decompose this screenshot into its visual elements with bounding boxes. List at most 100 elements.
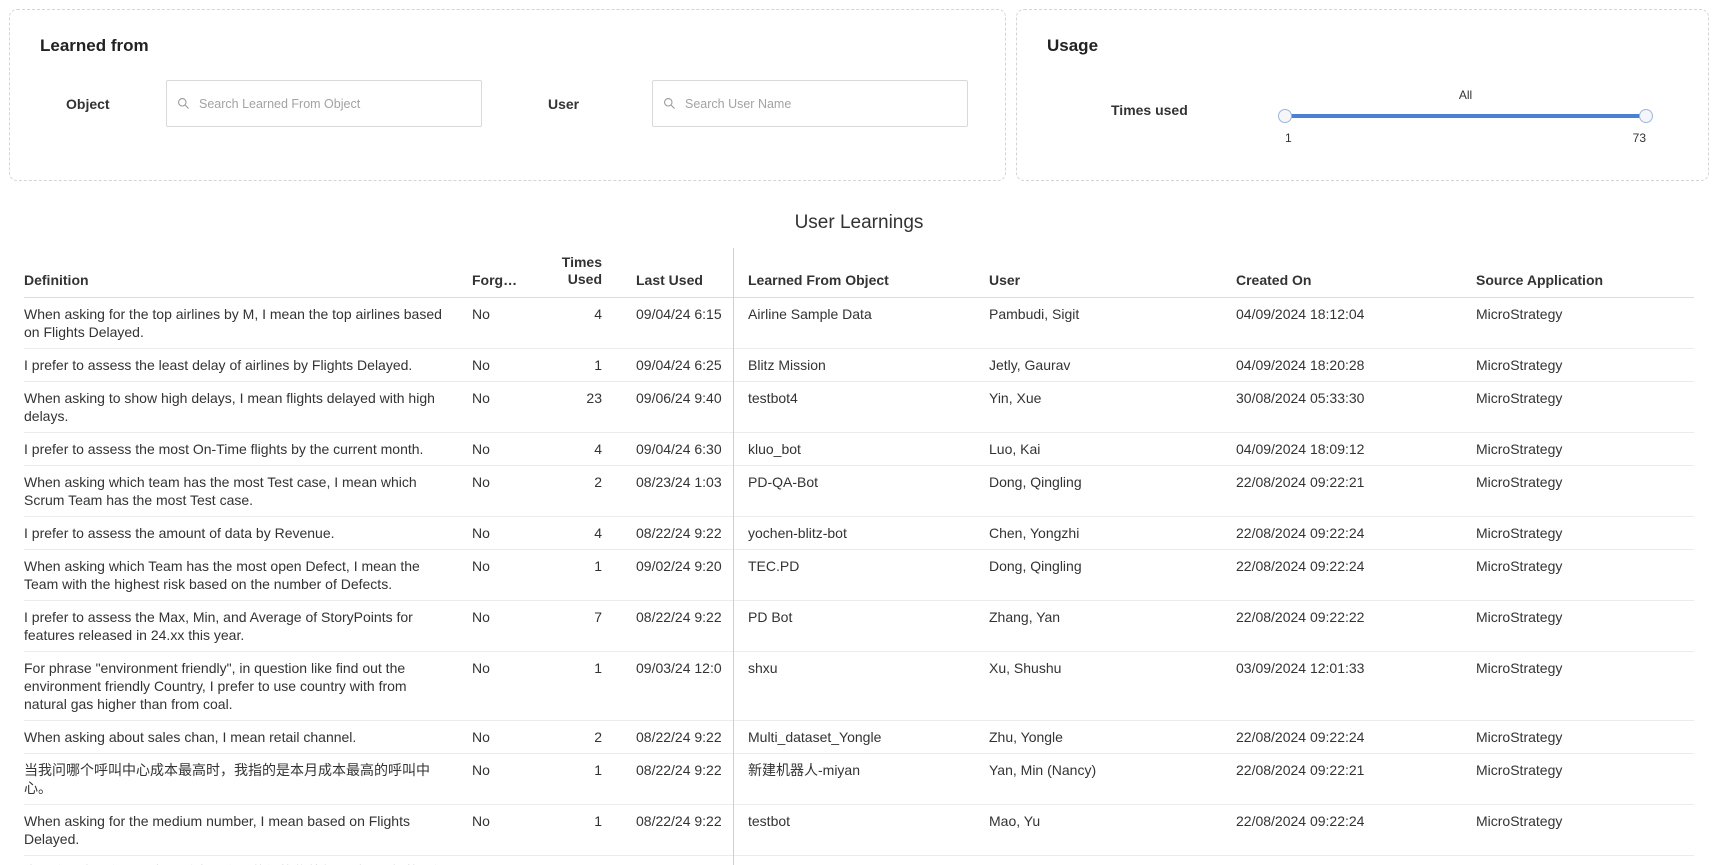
table-row[interactable]: 当我问哪个呼叫中心成本最高时，我指的是本月成本最高的呼叫中心。 No 1 08/… xyxy=(24,754,1694,805)
cell-last-used: 09/06/24 9:40 xyxy=(614,382,733,432)
object-label: Object xyxy=(66,96,166,112)
cell-forgotten: No xyxy=(472,517,532,549)
filter-bar: Learned from Object User Usage xyxy=(0,0,1718,190)
search-icon xyxy=(177,97,190,110)
table-row[interactable]: When asking for the medium number, I mea… xyxy=(24,805,1694,856)
cell-source-application: MicroStrategy xyxy=(1476,517,1694,549)
table-row[interactable]: When asking which Team has the most open… xyxy=(24,550,1694,601)
cell-created-on: 22/08/2024 09:22:24 xyxy=(1236,721,1476,753)
object-search-input[interactable] xyxy=(166,80,482,127)
cell-last-used: 09/04/24 6:15 xyxy=(614,298,733,348)
cell-source-application: MicroStrategy xyxy=(1476,601,1694,651)
cell-source-application: MicroStrategy xyxy=(1476,349,1694,381)
cell-forgotten: No xyxy=(472,550,532,600)
pane-divider[interactable] xyxy=(733,248,734,865)
cell-times-used: 8 xyxy=(532,856,614,865)
column-header-forgotten[interactable]: Forgott... xyxy=(472,272,532,288)
cell-user: Xu, Shushu xyxy=(989,652,1236,720)
column-header-last-used[interactable]: Last Used xyxy=(614,272,733,288)
cell-user: Luo, Kai xyxy=(989,433,1236,465)
table-header: Definition Forgott... Times Used Last Us… xyxy=(24,248,1694,298)
cell-forgotten: No xyxy=(472,805,532,855)
cell-created-on: 22/08/2024 09:22:24 xyxy=(1236,805,1476,855)
cell-forgotten: No xyxy=(472,721,532,753)
column-header-times-used[interactable]: Times Used xyxy=(532,254,614,288)
cell-forgotten: No xyxy=(472,754,532,804)
cell-source-application: MicroStrategy xyxy=(1476,856,1694,865)
table-row[interactable]: I prefer to assess the least delay of ai… xyxy=(24,349,1694,382)
column-header-learned-from-object[interactable]: Learned From Object xyxy=(733,272,989,288)
cell-last-used: 09/03/24 12:0 xyxy=(614,652,733,720)
cell-learned-from-object: PD Bot xyxy=(733,601,989,651)
cell-definition: I prefer to assess the Max, Min, and Ave… xyxy=(24,601,472,651)
table-row[interactable]: When asking about sales chan, I mean ret… xyxy=(24,721,1694,754)
cell-learned-from-object: kluo_bot xyxy=(733,433,989,465)
cell-source-application: MicroStrategy xyxy=(1476,382,1694,432)
user-search-input[interactable] xyxy=(652,80,968,127)
cell-times-used: 4 xyxy=(532,517,614,549)
cell-forgotten: No xyxy=(472,856,532,865)
column-header-user[interactable]: User xyxy=(989,272,1236,288)
learned-from-filter-row: Object User xyxy=(40,80,975,127)
cell-created-on: 22/08/2024 09:22:24 xyxy=(1236,550,1476,600)
table-row[interactable]: 当我询问中国在2008年夏季奥运会上获得的奖牌数量时，我指的是银牌的数量。 No… xyxy=(24,856,1694,865)
cell-user: Dong, Qingling xyxy=(989,466,1236,516)
cell-times-used: 1 xyxy=(532,652,614,720)
object-search-box[interactable] xyxy=(166,80,482,127)
table-row[interactable]: When asking which team has the most Test… xyxy=(24,466,1694,517)
column-header-source-application[interactable]: Source Application xyxy=(1476,272,1694,288)
cell-definition: For phrase "environment friendly", in qu… xyxy=(24,652,472,720)
cell-created-on: 15/08/2024 08:25:53 xyxy=(1236,856,1476,865)
table-row[interactable]: I prefer to assess the amount of data by… xyxy=(24,517,1694,550)
cell-times-used: 1 xyxy=(532,550,614,600)
cell-source-application: MicroStrategy xyxy=(1476,754,1694,804)
cell-user: Zhu, Yongle xyxy=(989,721,1236,753)
cell-definition: When asking for the top airlines by M, I… xyxy=(24,298,472,348)
cell-user: Dong, Qingling xyxy=(989,550,1236,600)
cell-created-on: 22/08/2024 09:22:24 xyxy=(1236,517,1476,549)
cell-learned-from-object: 新建机器人-miyan xyxy=(733,754,989,804)
column-header-created-on[interactable]: Created On xyxy=(1236,272,1476,288)
cell-learned-from-object: Blitz Mission xyxy=(733,349,989,381)
usage-filter-row: Times used All 1 73 xyxy=(1047,88,1678,145)
cell-forgotten: No xyxy=(472,349,532,381)
cell-source-application: MicroStrategy xyxy=(1476,433,1694,465)
table-row[interactable]: I prefer to assess the Max, Min, and Ave… xyxy=(24,601,1694,652)
cell-learned-from-object: Multi_dataset_Yongle xyxy=(733,721,989,753)
cell-user: Mao, Yu xyxy=(989,805,1236,855)
cell-times-used: 2 xyxy=(532,721,614,753)
cell-user: Chen, Yongzhi xyxy=(989,517,1236,549)
slider-handle-min[interactable] xyxy=(1278,109,1292,123)
cell-learned-from-object: PD-QA-Bot xyxy=(733,466,989,516)
cell-last-used: 08/22/24 9:22 xyxy=(614,517,733,549)
search-icon xyxy=(663,97,676,110)
slider-track[interactable] xyxy=(1285,114,1646,118)
table-row[interactable]: For phrase "environment friendly", in qu… xyxy=(24,652,1694,721)
cell-last-used: 08/23/24 1:03 xyxy=(614,466,733,516)
cell-source-application: MicroStrategy xyxy=(1476,550,1694,600)
slider-min-label: 1 xyxy=(1285,131,1292,145)
times-used-slider[interactable]: All 1 73 xyxy=(1285,88,1646,145)
cell-forgotten: No xyxy=(472,601,532,651)
cell-learned-from-object: shxu xyxy=(733,652,989,720)
cell-user: Pambudi, Sigit xyxy=(989,298,1236,348)
cell-forgotten: No xyxy=(472,466,532,516)
cell-definition: 当我询问中国在2008年夏季奥运会上获得的奖牌数量时，我指的是银牌的数量。 xyxy=(24,856,472,865)
table-row[interactable]: When asking for the top airlines by M, I… xyxy=(24,298,1694,349)
cell-definition: When asking for the medium number, I mea… xyxy=(24,805,472,855)
usage-title: Usage xyxy=(1047,36,1678,56)
user-label: User xyxy=(548,96,652,112)
table-row[interactable]: When asking to show high delays, I mean … xyxy=(24,382,1694,433)
slider-handle-max[interactable] xyxy=(1639,109,1653,123)
cell-user: Jetly, Gaurav xyxy=(989,349,1236,381)
cell-times-used: 1 xyxy=(532,349,614,381)
cell-last-used: 08/22/24 9:22 xyxy=(614,601,733,651)
cell-created-on: 22/08/2024 09:22:22 xyxy=(1236,601,1476,651)
table-row[interactable]: I prefer to assess the most On-Time flig… xyxy=(24,433,1694,466)
cell-user: Yan, Min (Nancy) xyxy=(989,754,1236,804)
user-search-box[interactable] xyxy=(652,80,968,127)
cell-definition: When asking to show high delays, I mean … xyxy=(24,382,472,432)
cell-last-used: 08/22/24 9:22 xyxy=(614,754,733,804)
cell-created-on: 03/09/2024 12:01:33 xyxy=(1236,652,1476,720)
column-header-definition[interactable]: Definition xyxy=(24,272,472,288)
